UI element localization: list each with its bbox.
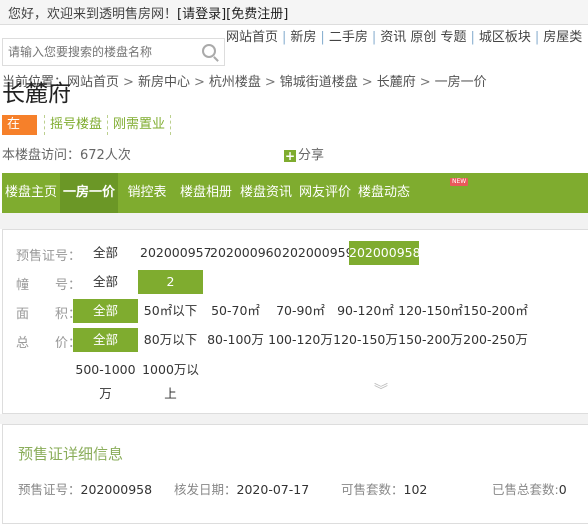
breadcrumb-item[interactable]: 网站首页 xyxy=(67,75,119,90)
detail-available: 可售套数：102 xyxy=(341,482,428,497)
filter-option[interactable]: 202000959 xyxy=(282,241,354,265)
tag-lottery[interactable]: 摇号楼盘 xyxy=(44,115,109,135)
tab-1[interactable]: 一房一价 xyxy=(60,173,118,213)
filter-option[interactable]: 202000960 xyxy=(210,241,282,265)
filter-option[interactable]: 80-100万 xyxy=(203,328,268,352)
filter-option[interactable]: 70-90㎡ xyxy=(268,299,333,323)
breadcrumb: 当前位置：网站首页 > 新房中心 > 杭州楼盘 > 锦城街道楼盘 > 长麓府 > 一房一价 xyxy=(2,71,487,90)
divider xyxy=(0,414,588,424)
topnav-item[interactable]: 资讯 原创 专题 xyxy=(380,30,466,45)
filter-option[interactable]: 50-70㎡ xyxy=(203,299,268,323)
breadcrumb-separator: > xyxy=(361,75,373,90)
breadcrumb-separator: > xyxy=(419,75,431,90)
filter-option[interactable]: 80万以下 xyxy=(138,328,203,352)
detail-title: 预售证详细信息 xyxy=(18,445,124,463)
filter-option[interactable]: 120-150㎡ xyxy=(398,299,463,323)
filter-option[interactable]: 全部 xyxy=(73,328,138,352)
tab-5[interactable]: 网友评价 xyxy=(296,173,354,213)
filter-label: 总 价： xyxy=(16,336,82,351)
search-icon[interactable] xyxy=(202,44,216,58)
filter-option[interactable]: 150-200万 xyxy=(398,328,463,352)
tab-3[interactable]: 楼盘相册 xyxy=(176,173,236,213)
breadcrumb-item[interactable]: 杭州楼盘 xyxy=(209,75,261,90)
main-nav: NEW 楼盘主页 一房一价 销控表 楼盘相册 楼盘资讯 网友评价 楼盘动态 xyxy=(2,173,588,213)
tab-0[interactable]: 楼盘主页 xyxy=(2,173,60,213)
topnav-item[interactable]: 房屋类 xyxy=(543,30,582,45)
filter-option[interactable]: 50㎡以下 xyxy=(138,299,203,323)
tag-on-sale: 在售 xyxy=(2,115,37,152)
tab-2[interactable]: 销控表 xyxy=(118,173,176,213)
welcome-text: 您好，欢迎来到透明售房网！[请登录][免费注册] xyxy=(8,7,289,22)
divider xyxy=(0,213,588,229)
breadcrumb-separator: > xyxy=(123,75,134,90)
filter-option[interactable]: 全部 xyxy=(73,270,138,294)
login-link[interactable]: [请登录] xyxy=(177,7,226,22)
filter-option[interactable]: 1000万以上 xyxy=(138,358,203,401)
topnav-item[interactable]: 网站首页 xyxy=(226,30,278,45)
visit-count: 本楼盘访问：672人次 xyxy=(2,148,131,163)
breadcrumb-separator: > xyxy=(193,75,205,90)
tag-first-home[interactable]: 刚需置业 xyxy=(107,115,172,135)
top-nav: 网站首页 | 新房 | 二手房 | 资讯 原创 专题 | 城区板块 | 房屋类 xyxy=(226,26,582,45)
nav-separator: | xyxy=(534,30,540,45)
register-link[interactable]: [免费注册] xyxy=(226,7,288,22)
breadcrumb-item[interactable]: 锦城街道楼盘 xyxy=(280,75,358,90)
filter-label: 幢 号： xyxy=(16,278,82,293)
detail-sold: 已售总套数:0 xyxy=(492,482,567,497)
filter-option[interactable]: 2 xyxy=(138,270,203,294)
breadcrumb-item[interactable]: 一房一价 xyxy=(435,75,487,90)
share-button[interactable]: + 分享 xyxy=(284,144,324,163)
filter-option[interactable]: 500-1000万 xyxy=(73,358,138,401)
filter-option[interactable]: 202000957 xyxy=(140,241,212,265)
plus-icon: + xyxy=(284,149,296,163)
filter-option[interactable]: 200-250万 xyxy=(463,328,528,352)
search-box xyxy=(2,38,225,66)
topnav-item[interactable]: 城区板块 xyxy=(479,30,531,45)
topnav-item[interactable]: 二手房 xyxy=(329,30,368,45)
breadcrumb-item[interactable]: 长麓府 xyxy=(377,75,416,90)
filter-option[interactable]: 90-120㎡ xyxy=(333,299,398,323)
top-bar: 您好，欢迎来到透明售房网！[请登录][免费注册] xyxy=(0,0,588,25)
filter-label: 预售证号： xyxy=(16,249,82,264)
search-input[interactable] xyxy=(3,39,193,65)
tab-6[interactable]: 楼盘动态 xyxy=(354,173,414,213)
detail-cert: 预售证号：202000958 xyxy=(18,482,153,497)
new-badge: NEW xyxy=(450,178,469,186)
detail-panel xyxy=(2,424,588,524)
breadcrumb-item[interactable]: 新房中心 xyxy=(138,75,190,90)
detail-date: 核发日期：2020-07-17 xyxy=(174,482,310,497)
page-title: 长麓府 xyxy=(2,81,71,107)
filter-option[interactable]: 全部 xyxy=(73,299,138,323)
breadcrumb-separator: > xyxy=(264,75,276,90)
nav-separator: | xyxy=(320,30,325,45)
nav-separator: | xyxy=(282,30,287,45)
expand-chevron-icon[interactable]: ︾ xyxy=(374,384,388,398)
filter-option[interactable]: 150-200㎡ xyxy=(463,299,528,323)
filter-option[interactable]: 202000958 xyxy=(349,241,421,265)
nav-separator: | xyxy=(371,30,377,45)
filter-option[interactable]: 120-150万 xyxy=(333,328,398,352)
tab-4[interactable]: 楼盘资讯 xyxy=(236,173,296,213)
topnav-item[interactable]: 新房 xyxy=(290,30,316,45)
filter-option[interactable]: 100-120万 xyxy=(268,328,333,352)
filter-option[interactable]: 全部 xyxy=(73,241,138,265)
filter-label: 面 积： xyxy=(16,307,82,322)
nav-separator: | xyxy=(470,30,475,45)
